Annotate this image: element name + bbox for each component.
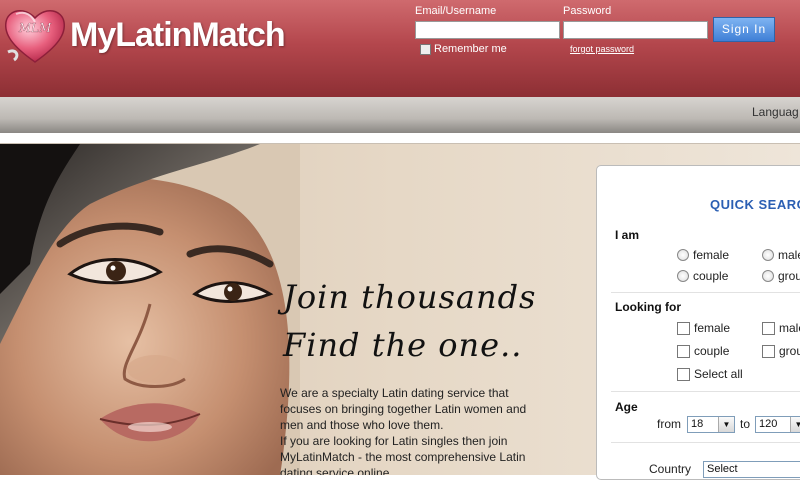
country-label: Country	[649, 462, 692, 476]
checkbox-icon[interactable]	[762, 321, 775, 335]
heart-logo-icon[interactable]: MLM	[2, 4, 68, 66]
language-selector[interactable]: Languag	[752, 105, 799, 119]
select-value: Select	[707, 463, 738, 475]
radio-icon[interactable]	[677, 249, 689, 261]
country-select[interactable]: Select	[703, 461, 800, 478]
email-input[interactable]	[415, 21, 560, 39]
option-label: group	[778, 269, 800, 283]
password-label: Password	[563, 5, 612, 17]
option-label: couple	[694, 344, 730, 358]
age-to-select[interactable]: 120 ▼	[755, 416, 800, 433]
age-from-select[interactable]: 18 ▼	[687, 416, 735, 433]
looking-for-option-female[interactable]: female	[677, 321, 730, 335]
forgot-password-link[interactable]: forgot password	[570, 44, 634, 54]
site-logo-text[interactable]: MyLatinMatch	[70, 16, 286, 55]
section-divider	[611, 292, 800, 293]
looking-for-select-all[interactable]: Select all	[677, 367, 743, 381]
site-header: MLM MyLatinMatch Email/Username Password…	[0, 0, 800, 97]
option-label: Select all	[694, 367, 743, 381]
looking-for-label: Looking for	[615, 300, 681, 314]
tagline-line-2: Find the one..	[283, 326, 523, 364]
option-label: couple	[693, 269, 729, 283]
i-am-option-couple[interactable]: couple	[677, 269, 728, 283]
i-am-option-female[interactable]: female	[677, 248, 729, 262]
tagline-line-1: Join thousands	[283, 278, 537, 316]
option-label: group	[779, 344, 800, 358]
i-am-option-group[interactable]: group	[762, 269, 800, 283]
radio-icon[interactable]	[762, 249, 774, 261]
remember-me-checkbox[interactable]	[420, 43, 431, 55]
chevron-down-icon[interactable]: ▼	[790, 417, 800, 432]
looking-for-option-male[interactable]: male	[762, 321, 800, 335]
looking-for-option-group[interactable]: group	[762, 344, 800, 358]
checkbox-icon[interactable]	[762, 344, 775, 358]
option-label: female	[694, 321, 731, 335]
radio-icon[interactable]	[677, 270, 689, 282]
select-value: 18	[691, 418, 704, 430]
sign-in-button[interactable]: Sign In	[713, 17, 775, 42]
intro-paragraph-1: We are a specialty Latin dating service …	[280, 386, 527, 432]
section-divider	[611, 442, 800, 443]
logo-badge-text: MLM	[18, 21, 52, 35]
i-am-option-male[interactable]: male	[762, 248, 800, 262]
checkbox-icon[interactable]	[677, 344, 690, 358]
age-from-label: from	[657, 417, 681, 431]
woman-portrait-image	[0, 144, 300, 475]
option-label: male	[779, 321, 800, 335]
intro-text: We are a specialty Latin dating service …	[280, 385, 540, 475]
age-to-label: to	[740, 417, 751, 431]
chevron-down-icon[interactable]: ▼	[718, 417, 734, 432]
checkbox-icon[interactable]	[677, 367, 690, 381]
age-label: Age	[615, 400, 638, 414]
i-am-label: I am	[615, 228, 640, 242]
password-input[interactable]	[563, 21, 708, 39]
quick-search-panel: QUICK SEARCH I am female male couple gro…	[596, 165, 800, 480]
option-label: female	[693, 248, 730, 262]
nav-bar: Languag	[0, 97, 800, 133]
section-divider	[611, 391, 800, 392]
remember-me[interactable]: Remember me	[420, 43, 507, 55]
option-label: male	[778, 248, 800, 262]
select-value: 120	[759, 418, 778, 430]
radio-icon[interactable]	[762, 270, 774, 282]
quick-search-title: QUICK SEARCH	[710, 197, 800, 212]
intro-paragraph-2: If you are looking for Latin singles the…	[280, 434, 526, 475]
checkbox-icon[interactable]	[677, 321, 690, 335]
remember-me-label: Remember me	[434, 43, 507, 55]
looking-for-option-couple[interactable]: couple	[677, 344, 729, 358]
email-label: Email/Username	[415, 5, 497, 17]
